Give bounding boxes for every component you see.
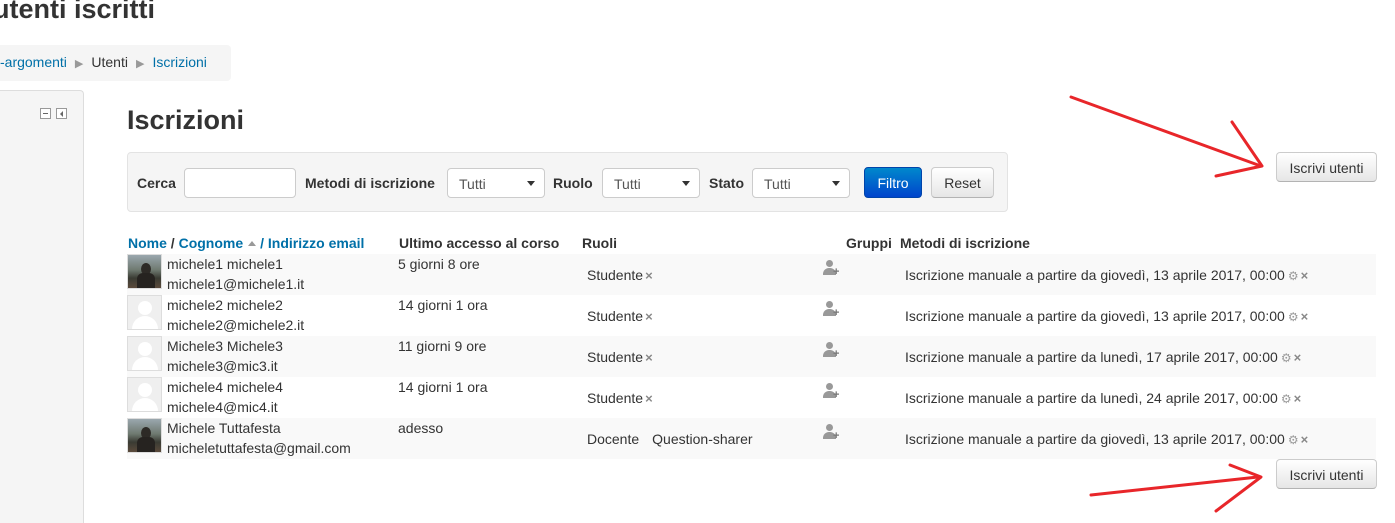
- annotation-arrow-top: [1069, 95, 1264, 178]
- enrol-users-button-top[interactable]: Iscrivi utenti: [1276, 152, 1377, 182]
- enrol-method: Iscrizione manuale a partire da lunedì, …: [905, 349, 1302, 365]
- breadcrumb-separator-icon: ▶: [74, 58, 84, 70]
- close-icon[interactable]: ×: [645, 350, 653, 365]
- chevron-down-icon: [527, 181, 535, 186]
- enrol-users-button-bottom[interactable]: Iscrivi utenti: [1276, 459, 1377, 489]
- breadcrumb-enrolments[interactable]: Iscrizioni: [152, 54, 206, 70]
- enrol-method: Iscrizione manuale a partire da giovedì,…: [905, 431, 1309, 447]
- add-to-group-icon[interactable]: +: [823, 342, 839, 360]
- avatar[interactable]: [127, 377, 162, 412]
- chevron-down-icon: [682, 181, 690, 186]
- add-to-group-icon[interactable]: +: [823, 260, 839, 278]
- user-name[interactable]: michele1 michele1: [167, 256, 283, 272]
- last-access: adesso: [398, 420, 444, 436]
- role-select[interactable]: Tutti: [602, 168, 700, 198]
- gear-icon[interactable]: ⚙: [1288, 310, 1299, 324]
- enrol-method: Iscrizione manuale a partire da lunedì, …: [905, 390, 1302, 406]
- close-icon[interactable]: ×: [1294, 350, 1302, 365]
- sort-by-surname-link[interactable]: Cognome: [179, 235, 244, 251]
- gear-icon[interactable]: ⚙: [1281, 351, 1292, 365]
- annotation-arrow-bottom: [1089, 463, 1263, 513]
- table-row: michele1 michele1 michele1@michele1.it 5…: [127, 254, 1376, 295]
- table-row: Michele3 Michele3 michele3@mic3.it 11 gi…: [127, 336, 1376, 377]
- avatar[interactable]: [127, 254, 162, 289]
- roles-cell: Docente Question-sharer: [587, 431, 753, 447]
- close-icon[interactable]: ×: [645, 391, 653, 406]
- role-label: Docente: [587, 431, 640, 447]
- chevron-down-icon: [832, 181, 840, 186]
- avatar[interactable]: [127, 336, 162, 371]
- close-icon[interactable]: ×: [1301, 309, 1309, 324]
- search-input[interactable]: [184, 168, 296, 198]
- reset-button[interactable]: Reset: [931, 167, 994, 198]
- column-header-methods: Metodi di iscrizione: [900, 235, 1030, 251]
- role-label: Ruolo: [553, 175, 593, 191]
- gear-icon[interactable]: ⚙: [1288, 433, 1299, 447]
- user-name[interactable]: michele2 michele2: [167, 297, 283, 313]
- filter-button[interactable]: Filtro: [864, 167, 922, 198]
- role-label: Studente: [587, 267, 644, 283]
- close-icon[interactable]: ×: [1294, 391, 1302, 406]
- user-email: micheletuttafesta@gmail.com: [167, 440, 351, 456]
- sort-by-name-link[interactable]: Nome: [128, 235, 167, 251]
- roles-cell: Studente ×: [587, 267, 653, 283]
- gear-icon[interactable]: ⚙: [1288, 269, 1299, 283]
- block-column: [0, 90, 84, 523]
- column-header-groups: Gruppi: [846, 235, 892, 251]
- avatar[interactable]: [127, 418, 162, 453]
- enrol-method: Iscrizione manuale a partire da giovedì,…: [905, 267, 1309, 283]
- close-icon[interactable]: ×: [1301, 268, 1309, 283]
- role-label: Question-sharer: [652, 431, 753, 447]
- user-name[interactable]: Michele Tuttafesta: [167, 420, 281, 436]
- sort-by-email-link[interactable]: / Indirizzo email: [260, 235, 364, 251]
- page-heading: utenti iscritti: [0, 0, 156, 24]
- table-row: michele2 michele2 michele2@michele2.it 1…: [127, 295, 1376, 336]
- hide-block-icon[interactable]: [40, 108, 51, 119]
- breadcrumb-separator-icon: ▶: [135, 58, 145, 70]
- user-name[interactable]: michele4 michele4: [167, 379, 283, 395]
- section-title: Iscrizioni: [127, 105, 245, 135]
- close-icon[interactable]: ×: [645, 268, 653, 283]
- gear-icon[interactable]: ⚙: [1281, 392, 1292, 406]
- add-to-group-icon[interactable]: +: [823, 383, 839, 401]
- close-icon[interactable]: ×: [645, 309, 653, 324]
- breadcrumb-course[interactable]: -argomenti: [0, 54, 67, 70]
- methods-label: Metodi di iscrizione: [305, 175, 435, 191]
- enrol-method: Iscrizione manuale a partire da giovedì,…: [905, 308, 1309, 324]
- user-email: michele4@mic4.it: [167, 399, 278, 415]
- role-label: Studente: [587, 390, 644, 406]
- avatar[interactable]: [127, 295, 162, 330]
- dock-block-icon[interactable]: [56, 108, 67, 119]
- table-row: michele4 michele4 michele4@mic4.it 14 gi…: [127, 377, 1376, 418]
- user-email: michele1@michele1.it: [167, 276, 305, 292]
- user-name[interactable]: Michele3 Michele3: [167, 338, 283, 354]
- roles-cell: Studente ×: [587, 349, 653, 365]
- last-access: 5 giorni 8 ore: [398, 256, 480, 272]
- role-label: Studente: [587, 349, 644, 365]
- column-header-last-access: Ultimo accesso al corso: [399, 235, 560, 251]
- column-header-name: Nome / Cognome / Indirizzo email: [128, 235, 365, 251]
- column-header-roles: Ruoli: [582, 235, 617, 251]
- last-access: 14 giorni 1 ora: [398, 297, 488, 313]
- last-access: 14 giorni 1 ora: [398, 379, 488, 395]
- last-access: 11 giorni 9 ore: [398, 338, 487, 354]
- role-label: Studente: [587, 308, 644, 324]
- methods-select[interactable]: Tutti: [447, 168, 545, 198]
- status-select[interactable]: Tutti: [752, 168, 850, 198]
- breadcrumb: -argomenti ▶ Utenti ▶ Iscrizioni: [0, 45, 231, 81]
- roles-cell: Studente ×: [587, 308, 653, 324]
- user-email: michele3@mic3.it: [167, 358, 278, 374]
- sort-ascending-icon: [248, 241, 257, 246]
- add-to-group-icon[interactable]: +: [823, 301, 839, 319]
- search-label: Cerca: [137, 175, 176, 191]
- status-label: Stato: [709, 175, 744, 191]
- breadcrumb-users[interactable]: Utenti: [91, 54, 128, 70]
- add-to-group-icon[interactable]: +: [823, 424, 839, 442]
- user-email: michele2@michele2.it: [167, 317, 305, 333]
- close-icon[interactable]: ×: [1301, 432, 1309, 447]
- table-row: Michele Tuttafesta micheletuttafesta@gma…: [127, 418, 1376, 459]
- roles-cell: Studente ×: [587, 390, 653, 406]
